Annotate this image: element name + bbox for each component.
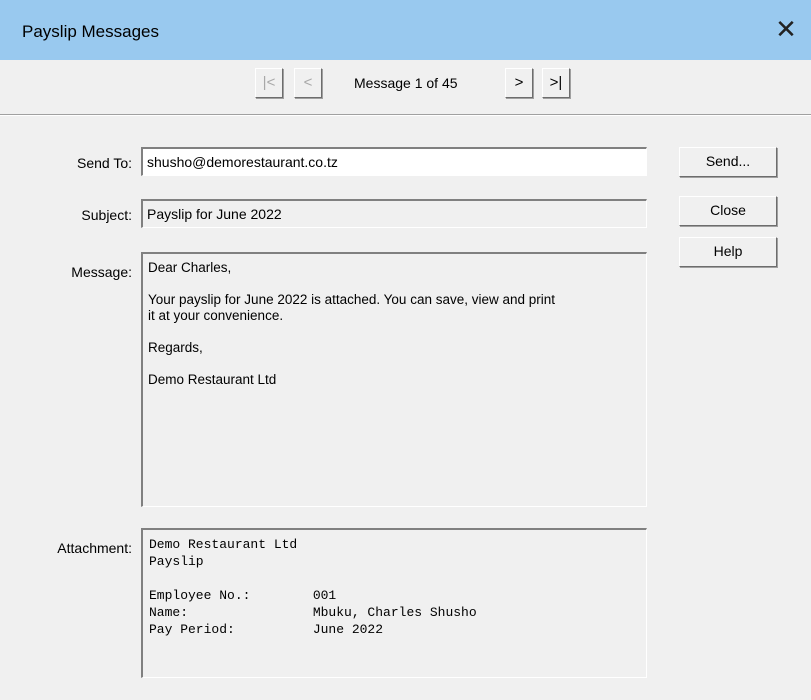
last-icon: >| xyxy=(549,74,563,91)
first-message-button[interactable]: |< xyxy=(255,68,283,98)
help-button[interactable]: Help xyxy=(679,237,777,267)
title-bar: Payslip Messages ✕ xyxy=(0,0,811,60)
next-icon: > xyxy=(514,74,524,91)
message-counter: Message 1 of 45 xyxy=(354,75,458,91)
send-button[interactable]: Send... xyxy=(679,147,777,177)
next-message-button[interactable]: > xyxy=(505,68,533,98)
send-to-input[interactable]: shusho@demorestaurant.co.tz xyxy=(141,147,647,176)
previous-icon: < xyxy=(303,74,313,91)
first-icon: |< xyxy=(262,74,276,91)
close-button[interactable]: Close xyxy=(679,196,777,226)
send-to-label: Send To: xyxy=(76,155,132,171)
payslip-messages-dialog: Payslip Messages ✕ |< < Message 1 of 45 … xyxy=(0,0,811,700)
subject-field: Payslip for June 2022 xyxy=(141,199,647,228)
attachment-preview: Demo Restaurant Ltd Payslip Employee No.… xyxy=(141,528,647,678)
previous-message-button[interactable]: < xyxy=(294,68,322,98)
last-message-button[interactable]: >| xyxy=(542,68,570,98)
close-window-icon[interactable]: ✕ xyxy=(771,14,801,44)
subject-label: Subject: xyxy=(81,207,132,223)
window-title: Payslip Messages xyxy=(22,22,160,41)
attachment-label: Attachment: xyxy=(57,540,132,556)
separator xyxy=(0,114,811,116)
message-label: Message: xyxy=(71,264,132,280)
message-body: Dear Charles, Your payslip for June 2022… xyxy=(141,252,647,507)
